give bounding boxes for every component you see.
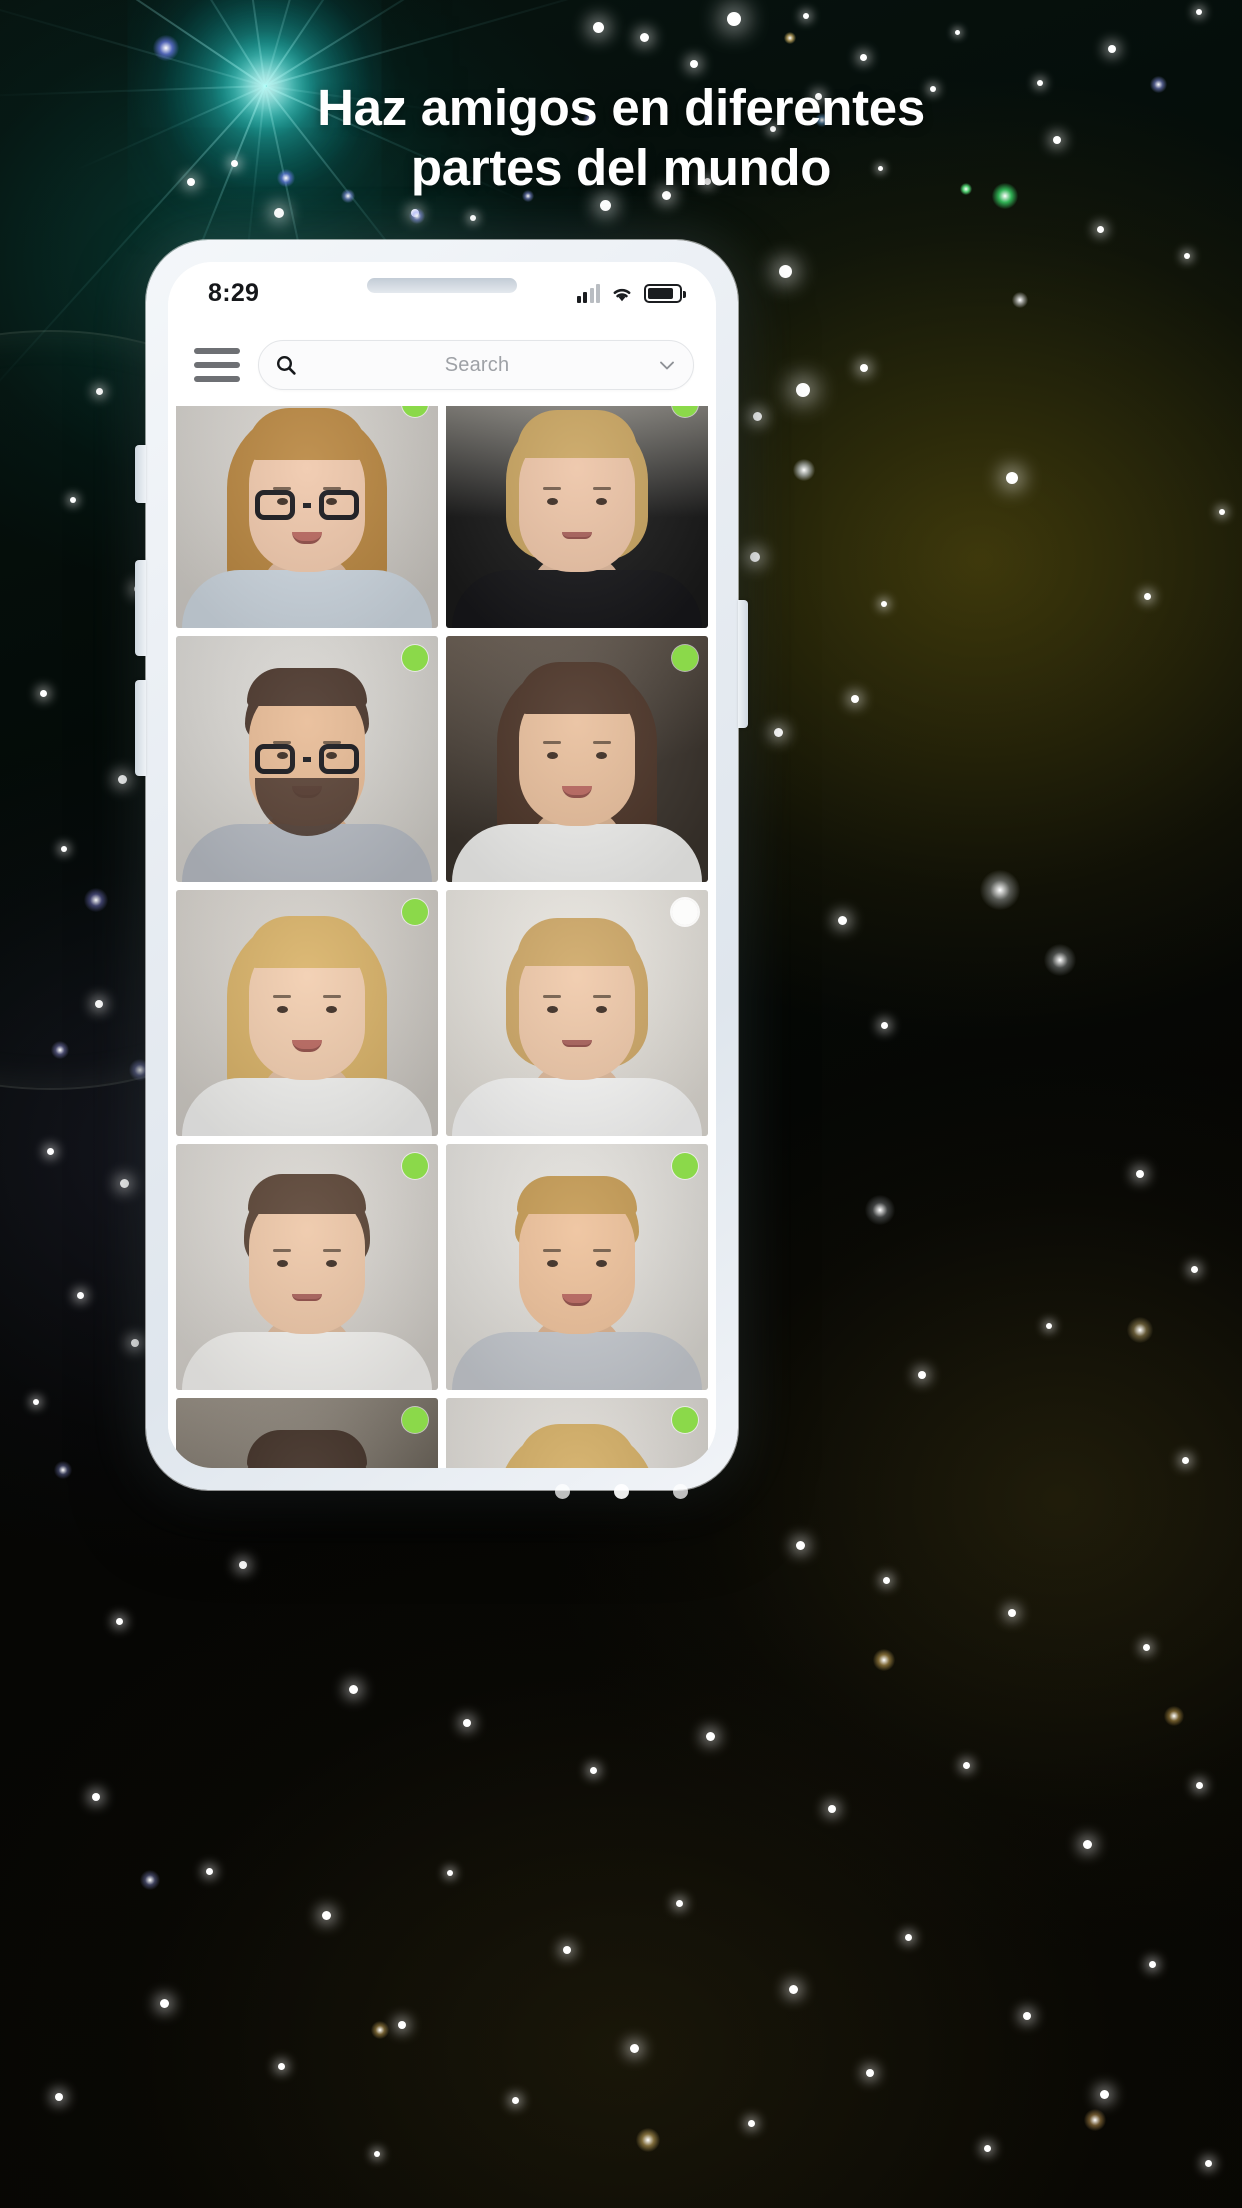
user-card[interactable] [446,406,708,628]
user-card[interactable] [176,890,438,1136]
user-photo [446,890,708,1136]
promo-headline: Haz amigos en diferentes partes del mund… [0,78,1242,198]
phone-volume-down-button[interactable] [135,680,146,776]
user-grid [168,406,716,1468]
user-card[interactable] [446,1144,708,1390]
status-badge [402,1153,428,1179]
app-bar: Search [168,324,716,406]
hamburger-menu-icon[interactable] [194,348,240,382]
user-photo [446,1398,708,1468]
status-time: 8:29 [208,278,260,307]
user-photo [176,636,438,882]
signal-bars-icon [576,283,600,303]
pager-dot[interactable] [554,1484,570,1499]
phone-mute-button[interactable] [135,445,146,503]
status-badge [672,1153,698,1179]
phone-mockup: 8:29 Search [135,240,748,1490]
user-photo [176,890,438,1136]
user-card[interactable] [176,1144,438,1390]
search-placeholder: Search [444,353,510,376]
status-badge [402,1407,428,1433]
status-icons [576,283,686,303]
user-grid-container[interactable] [168,406,716,1468]
battery-icon [644,283,686,303]
status-badge [402,899,428,925]
pager-dot[interactable] [672,1484,688,1499]
wifi-icon [610,284,634,303]
notch-speaker [367,278,517,293]
user-photo [176,406,438,628]
user-photo [176,1398,438,1468]
headline-line-1: Haz amigos en diferentes [317,79,925,136]
status-badge [402,645,428,671]
user-card[interactable] [446,890,708,1136]
phone-power-button[interactable] [738,600,748,728]
chevron-down-icon[interactable] [657,355,677,375]
user-card[interactable] [446,636,708,882]
status-badge [672,899,698,925]
headline-line-2: partes del mundo [410,139,832,196]
user-card[interactable] [176,406,438,628]
pager-dot[interactable] [613,1484,629,1499]
user-photo [446,636,708,882]
search-input[interactable]: Search [258,340,694,390]
search-icon [275,354,297,376]
user-card[interactable] [446,1398,708,1468]
user-card[interactable] [176,636,438,882]
carousel-pager [0,1484,1242,1499]
user-photo [176,1144,438,1390]
status-bar: 8:29 [168,262,716,324]
user-photo [446,406,708,628]
status-badge [672,1407,698,1433]
phone-screen: 8:29 Search [168,262,716,1468]
phone-volume-up-button[interactable] [135,560,146,656]
user-card[interactable] [176,1398,438,1468]
user-photo [446,1144,708,1390]
status-badge [672,645,698,671]
